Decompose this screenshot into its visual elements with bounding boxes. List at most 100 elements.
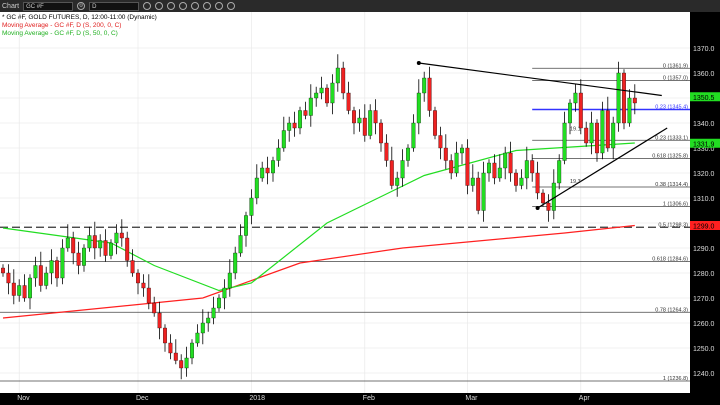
x-tick-label: Mar — [465, 395, 478, 402]
candle-body — [330, 82, 335, 104]
candle-body — [379, 122, 383, 144]
fib-label: 0.23 (1333.1) — [655, 135, 688, 141]
candle-body — [530, 160, 535, 174]
candle-body — [449, 160, 454, 174]
candle-body — [244, 215, 248, 236]
candle-body — [157, 312, 162, 329]
twitter-icon[interactable] — [215, 2, 224, 10]
candle-body — [141, 282, 146, 289]
x-tick-label: Dec — [136, 395, 149, 402]
interval-select[interactable]: D — [89, 1, 140, 11]
candle-body — [541, 192, 545, 204]
candle-body — [281, 130, 286, 149]
candle-body — [611, 122, 616, 149]
candle-body — [227, 272, 232, 289]
candle-body — [103, 240, 108, 256]
candle-body — [125, 237, 130, 261]
play-icon[interactable] — [191, 2, 200, 10]
candle-body — [535, 172, 540, 194]
candle-body — [298, 110, 302, 129]
fib-label: 0.23 (1345.4) — [655, 105, 688, 111]
candle-body — [152, 302, 157, 314]
candle-body — [384, 142, 389, 161]
candle-body — [605, 110, 610, 149]
print-icon[interactable] — [167, 2, 176, 10]
candle-body — [17, 285, 22, 296]
candle-body — [173, 352, 178, 361]
price-chart[interactable]: 1240.01250.01260.01270.01280.01290.01300… — [0, 12, 720, 393]
candle-body — [163, 327, 167, 344]
candle-body — [292, 122, 297, 129]
candle-body — [352, 110, 356, 124]
candle-body — [357, 117, 362, 124]
candle-body — [276, 147, 281, 161]
settings-icon[interactable]: ⚙ — [77, 2, 86, 10]
candle-body — [254, 177, 259, 199]
candle-body — [433, 110, 437, 136]
price-tag-label: 1350.5 — [693, 95, 715, 102]
y-tick-label: 1370.0 — [693, 46, 715, 53]
candle-body — [200, 322, 205, 334]
candle-body — [238, 235, 243, 254]
trendline-anchor — [416, 61, 421, 65]
candle-body — [443, 147, 448, 161]
candle-body — [395, 177, 400, 186]
clock-icon[interactable] — [143, 2, 152, 10]
candle-body — [481, 172, 486, 211]
x-tick-label: Nov — [17, 395, 30, 402]
y-tick-label: 1270.0 — [693, 296, 715, 303]
candle-body — [11, 282, 16, 296]
candle-body — [454, 152, 459, 174]
candle-body — [595, 122, 599, 154]
y-tick-label: 1290.0 — [693, 246, 715, 253]
candle-body — [206, 317, 211, 324]
pencil-icon[interactable] — [155, 2, 164, 10]
candle-body — [1, 267, 5, 274]
fib-label: 1 (1306.6) — [663, 202, 688, 208]
candle-body — [233, 252, 238, 274]
candle-body — [389, 160, 394, 186]
candle-body — [362, 117, 367, 136]
candle-body — [341, 67, 346, 94]
candle-body — [98, 240, 103, 249]
candle-body — [168, 342, 173, 354]
candle-body — [627, 97, 632, 124]
candle-body — [60, 247, 65, 279]
candle-body — [411, 122, 416, 149]
candle-body — [589, 122, 594, 144]
x-tick-label: Feb — [362, 395, 375, 402]
annotation: 19.3 — [570, 179, 581, 185]
chart-title: Chart — [2, 2, 20, 10]
mail-icon[interactable] — [179, 2, 188, 10]
candle-body — [87, 235, 92, 249]
symbol-select[interactable]: GC #F — [23, 1, 74, 11]
candle-body — [146, 287, 151, 304]
legend: * GC #F, GOLD FUTURES, D, 12:00-11:00 (D… — [2, 14, 157, 38]
fib-label: 0.5 (1298.3) — [658, 222, 688, 228]
candle-body — [195, 332, 200, 344]
candle-body — [460, 147, 464, 154]
candle-body — [44, 272, 49, 286]
facebook-icon[interactable] — [227, 2, 236, 10]
candle-body — [92, 235, 97, 249]
y-tick-label: 1240.0 — [693, 371, 715, 378]
candle-body — [487, 162, 491, 174]
candle-body — [6, 272, 11, 284]
candle-body — [616, 72, 621, 124]
price-tag-label: 1331.9 — [693, 141, 715, 148]
candle-body — [562, 122, 567, 161]
link-icon[interactable] — [203, 2, 212, 10]
candle-body — [325, 87, 329, 104]
candle-body — [492, 162, 497, 179]
candle-body — [368, 110, 373, 136]
candle-body — [49, 260, 54, 274]
candle-body — [222, 287, 227, 299]
fib-label: 0.618 (1284.6) — [652, 257, 688, 263]
candle-body — [55, 260, 59, 279]
candle-body — [416, 92, 421, 124]
candle-body — [179, 360, 184, 369]
candle-body — [346, 92, 351, 111]
y-tick-label: 1310.0 — [693, 196, 715, 203]
candle-body — [470, 177, 475, 186]
candle-body — [622, 72, 626, 124]
